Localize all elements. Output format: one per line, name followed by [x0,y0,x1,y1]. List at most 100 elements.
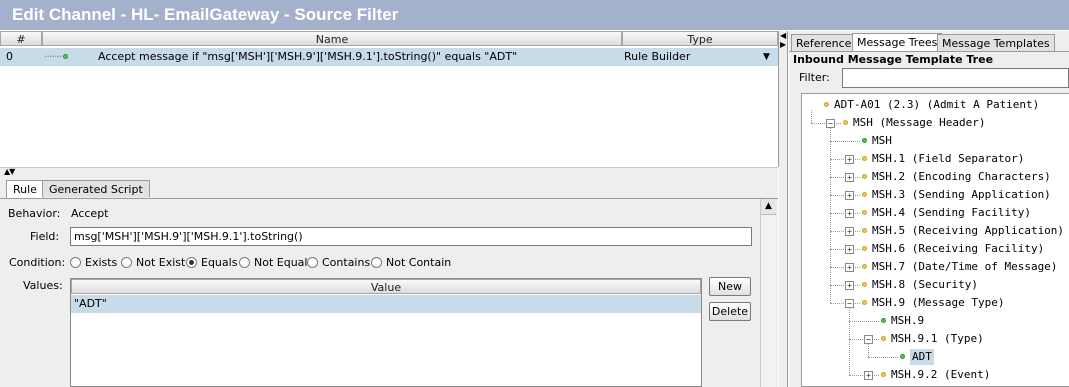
rule-name: Accept message if "msg['MSH']['MSH.9']['… [98,50,518,63]
tree-node[interactable]: MSH.6 (Receiving Facility) [872,241,1044,257]
radio-button-icon [307,257,318,268]
tree-node-icon [881,372,886,377]
tree-node[interactable]: ADT-A01 (2.3) (Admit A Patient) [834,97,1039,113]
tree-node-icon [862,138,867,143]
rule-number: 0 [6,50,13,63]
column-header-number[interactable]: # [0,31,42,46]
radio-not-equal-label: Not Equal [254,256,308,269]
radio-contains[interactable]: Contains [307,256,370,270]
message-trees-panel: Reference Message Trees Message Template… [789,31,1069,387]
tree-node-icon [824,102,829,107]
tab-message-trees[interactable]: Message Trees [852,33,943,51]
radio-exists[interactable]: Exists [70,256,117,270]
table-row[interactable]: 0 ······· Accept message if "msg['MSH'][… [0,48,778,66]
expand-icon[interactable]: + [845,281,854,290]
field-input[interactable]: msg['MSH']['MSH.9']['MSH.9.1'].toString(… [70,227,752,246]
values-column-header[interactable]: Value [71,279,701,294]
tree-connector [849,308,850,375]
tree-node-icon [900,354,905,359]
rule-node-icon [63,54,68,59]
editor-tabs: Rule Generated Script [0,176,778,199]
behavior-value: Accept [71,207,109,220]
scroll-up-icon[interactable]: ▲ [761,199,776,215]
radio-not-contain-label: Not Contain [386,256,452,269]
expand-icon[interactable]: + [845,191,854,200]
panel-divider[interactable]: ◀ ▶ [779,31,788,387]
tree-node-icon [862,300,867,305]
tree-node[interactable]: MSH.8 (Security) [872,277,978,293]
filter-label: Filter: [799,71,830,84]
delete-button[interactable]: Delete [709,302,751,321]
tab-divider [789,51,1069,52]
rule-editor: Rule Generated Script Behavior: Accept F… [0,176,778,387]
horizontal-splitter[interactable]: ▲▼ [0,167,778,176]
tree-node-icon [862,192,867,197]
tree-node[interactable]: MSH [872,133,892,149]
dropdown-arrow-icon[interactable]: ▼ [763,48,770,66]
tab-rule[interactable]: Rule [6,180,44,198]
collapse-icon[interactable]: − [864,335,873,344]
tree-node-icon [862,282,867,287]
editor-scrollbar[interactable]: ▲ [760,199,776,387]
tree-node-icon [843,120,848,125]
rule-tree-connector: ······· [44,50,63,63]
expand-icon[interactable]: + [845,263,854,272]
filter-input[interactable] [842,68,1069,88]
column-header-name[interactable]: Name [42,31,622,46]
tab-message-templates[interactable]: Message Templates [937,34,1055,51]
tree-node-icon [881,336,886,341]
expand-icon[interactable]: + [845,227,854,236]
new-button[interactable]: New [709,277,751,296]
collapse-icon[interactable]: − [826,119,835,128]
values-row[interactable]: "ADT" [71,295,701,313]
field-label: Field: [30,230,60,243]
window-title: Edit Channel - HL- EmailGateway - Source… [0,0,1069,30]
tree-node[interactable]: MSH.9.1 (Type) [891,331,984,347]
tree-node-icon [862,174,867,179]
radio-button-icon [186,257,197,268]
expand-icon[interactable]: + [864,371,873,380]
split-arrow-icon[interactable]: ◀ [780,32,786,40]
expand-icon[interactable]: + [845,245,854,254]
collapse-icon[interactable]: − [845,299,854,308]
radio-not-exist[interactable]: Not Exist [121,256,185,270]
tree-connector [868,357,898,358]
tree-node-icon [862,156,867,161]
expand-icon[interactable]: + [845,173,854,182]
expand-icon[interactable]: + [845,209,854,218]
tree-node-icon [862,264,867,269]
radio-button-icon [70,257,81,268]
radio-not-equal[interactable]: Not Equal [239,256,307,270]
tree-node[interactable]: ADT [910,349,934,365]
tree-node[interactable]: MSH.4 (Sending Facility) [872,205,1031,221]
values-label: Values: [23,279,63,292]
tree-node[interactable]: MSH.2 (Encoding Characters) [872,169,1051,185]
tree-node[interactable]: MSH.9 [891,313,924,329]
tree-node[interactable]: MSH.3 (Sending Application) [872,187,1051,203]
tree-node[interactable]: MSH.7 (Date/Time of Message) [872,259,1057,275]
expand-icon[interactable]: + [845,155,854,164]
rules-table[interactable]: # Name Type 0 ······· Accept message if … [0,31,779,167]
radio-equals[interactable]: Equals [186,256,237,270]
rule-type: Rule Builder [624,50,691,63]
tree-connector [830,128,831,303]
split-arrow-icon[interactable]: ▲▼ [4,168,15,176]
tree-connector [849,321,879,322]
tab-generated-script[interactable]: Generated Script [42,180,150,197]
tree-node[interactable]: MSH.1 (Field Separator) [872,151,1024,167]
tree-node-icon [862,210,867,215]
tree-connector [868,344,869,357]
radio-not-contain[interactable]: Not Contain [371,256,451,270]
tree-node[interactable]: MSH.9.2 (Event) [891,367,990,383]
column-header-type[interactable]: Type [622,31,778,46]
tree-node[interactable]: MSH.5 (Receiving Application) [872,223,1064,239]
values-table[interactable]: Value "ADT" [70,278,702,387]
radio-button-icon [371,257,382,268]
radio-contains-label: Contains [322,256,371,269]
tree-node[interactable]: MSH (Message Header) [853,115,985,131]
split-arrow-icon[interactable]: ▶ [780,41,786,49]
message-tree[interactable]: ADT-A01 (2.3) (Admit A Patient) − MSH (Mes… [801,93,1069,387]
tree-node[interactable]: MSH.9 (Message Type) [872,295,1004,311]
tree-connector [830,141,860,142]
tab-reference[interactable]: Reference [791,34,857,51]
